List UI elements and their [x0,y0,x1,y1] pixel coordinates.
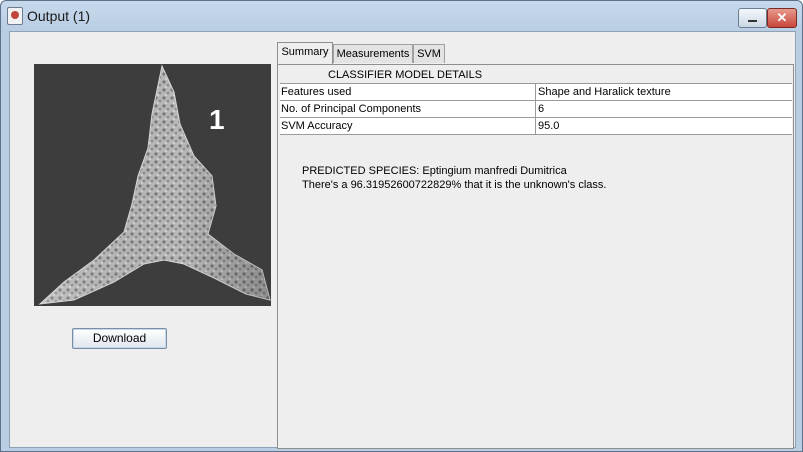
window-title: Output (1) [27,8,91,24]
tab-measurements[interactable]: Measurements [333,44,413,63]
row-value: 6 [538,103,545,115]
table-header-row: CLASSIFIER MODEL DETAILS [280,67,792,84]
minimize-button[interactable] [738,8,767,28]
table-row: SVM Accuracy 95.0 [280,118,792,135]
row-value: 95.0 [538,120,560,132]
content-area: 1 Download Summary Measurements SVM CLAS… [9,31,796,449]
row-key: Features used [280,84,536,100]
table-row: No. of Principal Components 6 [280,101,792,118]
specimen-number-label: 1 [209,104,225,135]
table-header: CLASSIFIER MODEL DETAILS [328,69,483,81]
row-value: Shape and Haralick texture [538,86,671,98]
predicted-species-text: PREDICTED SPECIES: Eptingium manfredi Du… [302,165,567,177]
tab-svm[interactable]: SVM [413,44,445,63]
tab-summary[interactable]: Summary [277,42,333,64]
java-app-icon [7,7,23,25]
specimen-image: 1 [34,64,271,306]
probability-text: There's a 96.31952600722829% that it is … [302,179,607,191]
prediction-result: PREDICTED SPECIES: Eptingium manfredi Du… [302,164,606,192]
close-button[interactable]: ✕ [767,8,797,28]
table-row: Features used Shape and Haralick texture [280,84,792,101]
download-button[interactable]: Download [72,328,167,349]
classifier-details-table: CLASSIFIER MODEL DETAILS Features used S… [280,67,792,135]
title-bar[interactable]: Output (1) ✕ [1,1,802,31]
row-key: SVM Accuracy [280,118,536,134]
radiolarian-image [38,64,271,305]
summary-panel: CLASSIFIER MODEL DETAILS Features used S… [277,64,794,449]
output-window: Output (1) ✕ 1 Download Summary Measurem… [0,0,803,452]
row-key: No. of Principal Components [280,101,536,117]
